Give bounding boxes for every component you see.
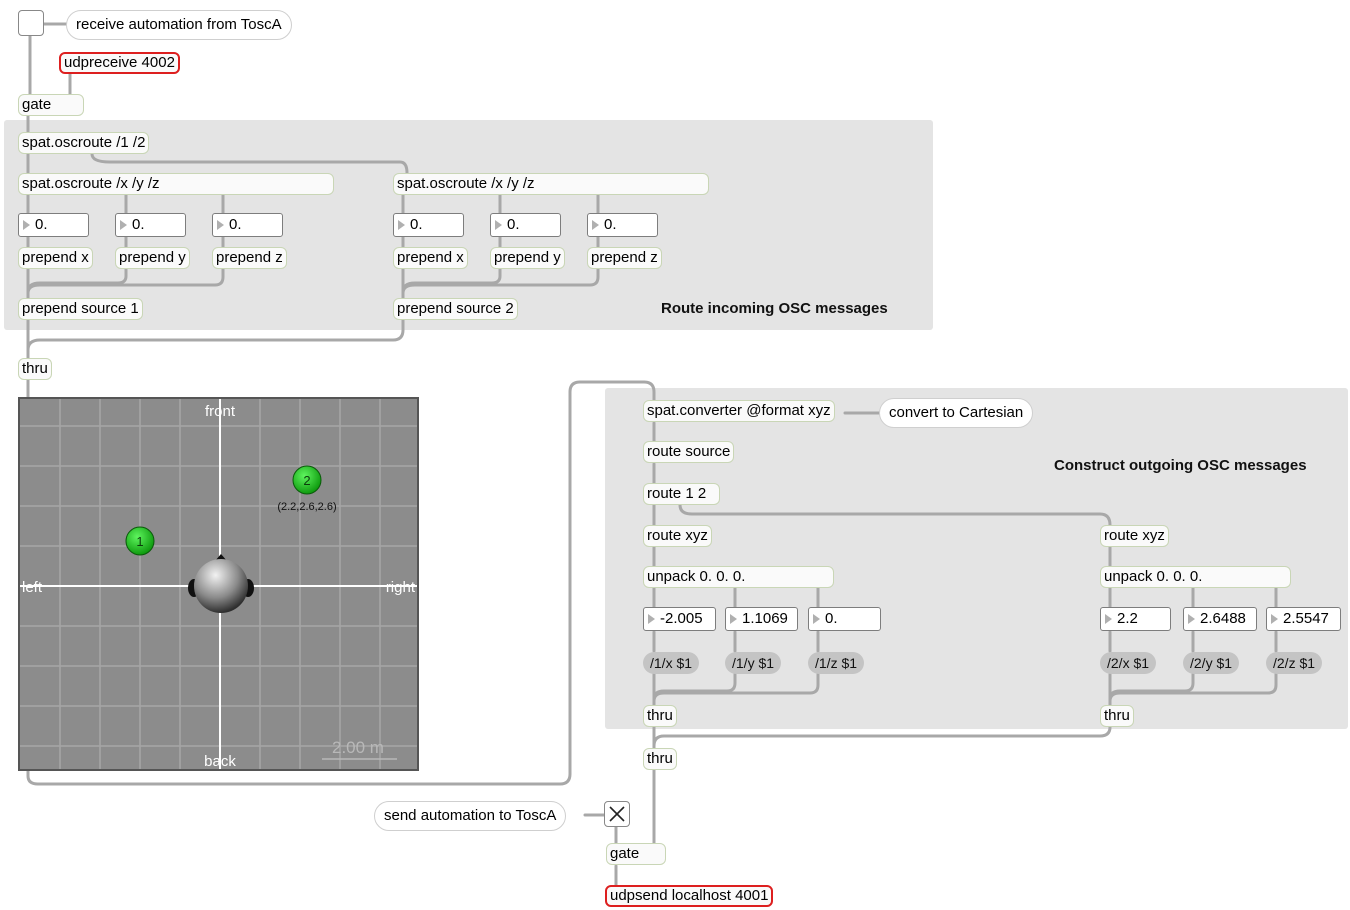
right-label: right xyxy=(386,579,416,596)
prepend-x-source1-object[interactable]: prepend x xyxy=(18,247,93,269)
source-1-marker: 1 xyxy=(125,526,155,556)
prepend-y-source1-object[interactable]: prepend y xyxy=(115,247,190,269)
route-xyz-source1-object[interactable]: route xyz xyxy=(643,525,712,547)
unpack-source1-object[interactable]: unpack 0. 0. 0. xyxy=(643,566,834,588)
comment-send-automation: send automation to ToscA xyxy=(374,801,567,831)
route-source-object[interactable]: route source xyxy=(643,441,735,463)
route-panel-label: Route incoming OSC messages xyxy=(661,300,888,317)
construct-panel-label: Construct outgoing OSC messages xyxy=(1054,457,1307,474)
prepend-source1-object[interactable]: prepend source 1 xyxy=(18,298,143,320)
source-2-marker: 2 (2.2,2.6,2.6) xyxy=(277,465,337,513)
oscroute-xyz-source1-object[interactable]: spat.oscroute /x /y /z xyxy=(18,173,334,195)
prepend-source2-object[interactable]: prepend source 2 xyxy=(393,298,518,320)
oscroute-root-object[interactable]: spat.oscroute /1 /2 xyxy=(18,132,150,154)
udpreceive-object[interactable]: udpreceive 4002 xyxy=(59,52,180,74)
number-z-source2[interactable]: 0. xyxy=(587,213,658,237)
oscroute-xyz-source2-object[interactable]: spat.oscroute /x /y /z xyxy=(393,173,709,195)
thru-source1-object[interactable]: thru xyxy=(643,705,677,727)
route-xyz-source2-object[interactable]: route xyz xyxy=(1100,525,1169,547)
number-z-out-source2[interactable]: 2.5547 xyxy=(1266,607,1341,631)
comment-receive-automation: receive automation from ToscA xyxy=(66,10,292,40)
number-y-source1[interactable]: 0. xyxy=(115,213,186,237)
listener-head-icon xyxy=(188,554,254,613)
left-label: left xyxy=(22,579,43,596)
source-1-label: 1 xyxy=(136,534,143,549)
construct-panel xyxy=(605,388,1348,729)
prepend-z-source1-object[interactable]: prepend z xyxy=(212,247,287,269)
number-x-out-source2[interactable]: 2.2 xyxy=(1100,607,1171,631)
message-2y[interactable]: /2/y $1 xyxy=(1183,652,1240,674)
route-1-2-object[interactable]: route 1 2 xyxy=(643,483,720,505)
message-2z[interactable]: /2/z $1 xyxy=(1266,652,1323,674)
number-z-out-source1[interactable]: 0. xyxy=(808,607,881,631)
number-x-source1[interactable]: 0. xyxy=(18,213,89,237)
prepend-y-source2-object[interactable]: prepend y xyxy=(490,247,565,269)
scale-label: 2.00 m xyxy=(332,738,384,757)
number-x-out-source1[interactable]: -2.005 xyxy=(643,607,716,631)
message-1z[interactable]: /1/z $1 xyxy=(808,652,865,674)
message-2x[interactable]: /2/x $1 xyxy=(1100,652,1157,674)
send-toggle[interactable] xyxy=(604,801,630,827)
spat-converter-object[interactable]: spat.converter @format xyz xyxy=(643,400,835,422)
source-2-coords: (2.2,2.6,2.6) xyxy=(277,501,336,513)
number-x-source2[interactable]: 0. xyxy=(393,213,464,237)
comment-convert-cartesian: convert to Cartesian xyxy=(879,398,1034,428)
front-label: front xyxy=(205,403,236,420)
message-1y[interactable]: /1/y $1 xyxy=(725,652,782,674)
gate-in-object[interactable]: gate xyxy=(18,94,84,116)
unpack-source2-object[interactable]: unpack 0. 0. 0. xyxy=(1100,566,1291,588)
number-y-out-source1[interactable]: 1.1069 xyxy=(725,607,798,631)
number-y-out-source2[interactable]: 2.6488 xyxy=(1183,607,1257,631)
spat-viewer[interactable]: front back left right 2.00 m 1 2 (2.2,2.… xyxy=(18,397,419,771)
udpsend-object[interactable]: udpsend localhost 4001 xyxy=(605,885,774,907)
gate-out-object[interactable]: gate xyxy=(606,843,666,865)
thru-source2-object[interactable]: thru xyxy=(1100,705,1134,727)
number-y-source2[interactable]: 0. xyxy=(490,213,561,237)
prepend-z-source2-object[interactable]: prepend z xyxy=(587,247,662,269)
number-z-source1[interactable]: 0. xyxy=(212,213,283,237)
source-2-label: 2 xyxy=(303,473,310,488)
thru-left-object[interactable]: thru xyxy=(18,358,52,380)
thru-merge-object[interactable]: thru xyxy=(643,748,677,770)
message-1x[interactable]: /1/x $1 xyxy=(643,652,700,674)
back-label: back xyxy=(204,753,236,769)
prepend-x-source2-object[interactable]: prepend x xyxy=(393,247,468,269)
toggle-check-icon xyxy=(609,806,625,822)
receive-toggle[interactable] xyxy=(18,10,44,36)
